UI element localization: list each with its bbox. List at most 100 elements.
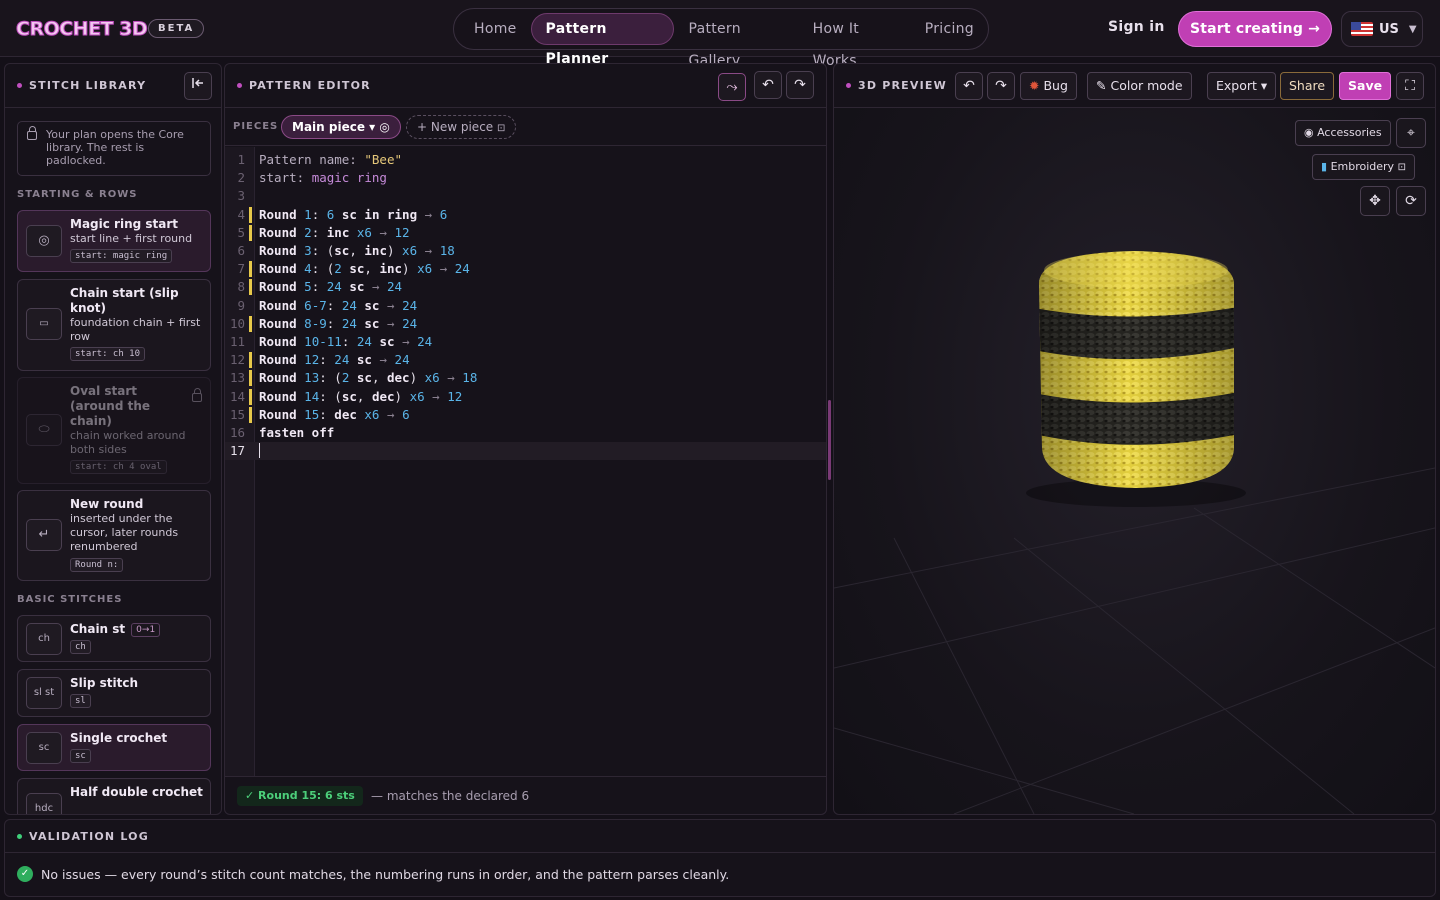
new-piece-button[interactable]: + New piece ⊡ <box>406 115 517 139</box>
line-number: 7 <box>237 261 245 277</box>
nav-home[interactable]: Home <box>460 13 531 45</box>
code-line[interactable]: 15 Round 15: dec x6 → 6 <box>225 406 826 424</box>
pan-button[interactable]: ✥ <box>1360 186 1390 216</box>
brand-logo[interactable]: CROCHET 3D <box>15 14 148 44</box>
code-line[interactable]: 6 Round 3: (sc, inc) x6 → 18 <box>225 242 826 260</box>
card-code: ch <box>70 640 91 654</box>
line-number: 12 <box>229 352 245 368</box>
collapse-library-button[interactable] <box>184 72 212 100</box>
undo-button[interactable]: ↶ <box>754 71 782 99</box>
card-chain-start[interactable]: ▭ Chain start (slip knot) foundation cha… <box>17 279 211 371</box>
code-text: Round 14: (sc, dec) x6 → 12 <box>259 388 463 404</box>
check-circle-icon: ✓ <box>17 866 33 882</box>
reset-view-button[interactable]: ⟳ <box>1396 186 1426 216</box>
card-slip-stitch[interactable]: sl st Slip stitch sl <box>17 669 211 717</box>
round-marker <box>249 261 252 278</box>
export-button[interactable]: Export ▾ <box>1207 72 1277 100</box>
code-line[interactable]: 5 Round 2: inc x6 → 12 <box>225 224 826 242</box>
code-line[interactable]: 3 <box>225 187 826 205</box>
piece-tab-main[interactable]: Main piece ▾ ◎ <box>281 115 401 139</box>
chain-start-icon: ▭ <box>26 308 62 340</box>
card-half-double-crochet[interactable]: hdc Half double crochet <box>17 778 211 814</box>
card-single-crochet[interactable]: sc Single crochet sc <box>17 724 211 771</box>
round-status-message: — matches the declared 6 <box>371 789 530 803</box>
preview-undo-button[interactable]: ↶ <box>955 72 983 100</box>
code-line[interactable]: 8 Round 5: 24 sc → 24 <box>225 278 826 296</box>
focus-view-button[interactable]: ⌖ <box>1396 118 1426 148</box>
code-line[interactable]: 1 Pattern name: "Bee" <box>225 151 826 169</box>
line-number: 2 <box>237 170 245 186</box>
save-button[interactable]: Save <box>1339 72 1392 100</box>
single-crochet-icon: sc <box>26 732 62 764</box>
share-button[interactable]: Share <box>1280 72 1335 100</box>
code-line[interactable]: 9 Round 6-7: 24 sc → 24 <box>225 297 826 315</box>
round-marker <box>249 370 252 387</box>
code-line[interactable]: 17 <box>225 442 826 461</box>
line-number: 10 <box>229 315 245 331</box>
card-oval-start[interactable]: ⬭ Oval start (around the chain) chain wo… <box>17 377 211 484</box>
format-pattern-button[interactable]: ⤳ <box>718 73 746 101</box>
rotate-icon: ⟳ <box>1405 193 1417 209</box>
card-new-round[interactable]: ↵ New round inserted under the cursor, l… <box>17 490 211 581</box>
embroidery-button[interactable]: ▮ Embroidery ⊡ <box>1312 154 1415 180</box>
move-icon: ✥ <box>1369 193 1381 209</box>
nav-pricing[interactable]: Pricing <box>911 13 988 45</box>
pattern-editor-panel: PATTERN EDITOR ⤳ ↶ ↷ PIECES Main piece ▾… <box>224 63 827 815</box>
redo-button[interactable]: ↷ <box>786 71 814 99</box>
accessories-button[interactable]: ◉ Accessories <box>1295 120 1391 146</box>
line-number: 9 <box>237 297 245 313</box>
code-text: Round 1: 6 sc in ring → 6 <box>259 206 448 222</box>
preview-redo-button[interactable]: ↷ <box>987 72 1015 100</box>
card-title: Magic ring start <box>70 217 179 231</box>
code-line[interactable]: 13 Round 13: (2 sc, dec) x6 → 18 <box>225 369 826 387</box>
round-marker <box>249 279 252 296</box>
undo-icon: ↶ <box>963 78 975 94</box>
3d-viewport[interactable]: ◉ Accessories ⌖ ▮ Embroidery ⊡ ✥ ⟳ <box>834 108 1435 814</box>
stitch-library-header: STITCH LIBRARY <box>5 64 221 108</box>
beta-badge: BETA <box>148 19 205 38</box>
card-title: Single crochet <box>70 731 168 745</box>
code-line[interactable]: 7 Round 4: (2 sc, inc) x6 → 24 <box>225 260 826 278</box>
fullscreen-icon: ⛶ <box>1405 78 1415 94</box>
code-text: start: magic ring <box>259 170 387 186</box>
code-editor[interactable]: 1 Pattern name: "Bee" 2 start: magic ring 3 4… <box>225 147 826 776</box>
bug-button[interactable]: ✹ Bug <box>1020 72 1077 100</box>
code-line[interactable]: 2 start: magic ring <box>225 169 826 187</box>
card-magic-ring-start[interactable]: ◎ Magic ring start start line + first ro… <box>17 210 211 272</box>
pattern-editor-title: PATTERN EDITOR <box>237 79 371 92</box>
code-line[interactable]: 16 fasten off <box>225 424 826 442</box>
line-number: 14 <box>229 388 245 404</box>
magic-ring-icon: ◎ <box>26 225 62 257</box>
round-status-pill: ✓ Round 15: 6 sts <box>237 786 363 806</box>
card-code: sc <box>70 749 91 763</box>
app-root: CROCHET 3D BETA Home Pattern Planner Pat… <box>0 0 1440 900</box>
nav-how-it-works[interactable]: How It Works <box>799 13 911 69</box>
validation-log-title-text: VALIDATION LOG <box>29 830 149 843</box>
nav-pattern-planner[interactable]: Pattern Planner <box>530 13 675 67</box>
lock-icon: ⊡ <box>1397 162 1406 173</box>
fullscreen-button[interactable]: ⛶ <box>1396 72 1424 100</box>
line-number: 16 <box>229 425 245 440</box>
validation-log-panel: VALIDATION LOG ✓ No issues — every round… <box>4 819 1436 897</box>
undo-icon: ↶ <box>762 77 774 93</box>
lock-icon: ⊡ <box>497 123 506 134</box>
card-code: Round n: <box>70 558 124 572</box>
start-creating-button[interactable]: Start creating → <box>1178 11 1332 47</box>
card-chain-st[interactable]: ch Chain st 0→1 ch <box>17 615 211 662</box>
locale-selector[interactable]: US ▼ <box>1341 11 1423 47</box>
color-mode-button[interactable]: ✎ Color mode <box>1087 72 1192 100</box>
round-marker <box>249 352 252 369</box>
nav-pattern-gallery[interactable]: Pattern Gallery <box>674 13 798 69</box>
code-line[interactable]: 4 Round 1: 6 sc in ring → 6 <box>225 206 826 224</box>
color-mode-label: Color mode <box>1110 78 1183 93</box>
code-line[interactable]: 12 Round 12: 24 sc → 24 <box>225 351 826 369</box>
bug-label: Bug <box>1043 78 1068 93</box>
code-line[interactable]: 10 Round 8-9: 24 sc → 24 <box>225 315 826 333</box>
line-number: 17 <box>229 443 245 459</box>
code-line[interactable]: 11 Round 10-11: 24 sc → 24 <box>225 333 826 351</box>
code-line[interactable]: 14 Round 14: (sc, dec) x6 → 12 <box>225 388 826 406</box>
validation-log-title: VALIDATION LOG <box>17 830 149 843</box>
panel-resize-handle[interactable] <box>828 400 831 480</box>
line-number: 3 <box>237 188 245 204</box>
sign-in-link[interactable]: Sign in <box>1108 19 1165 35</box>
